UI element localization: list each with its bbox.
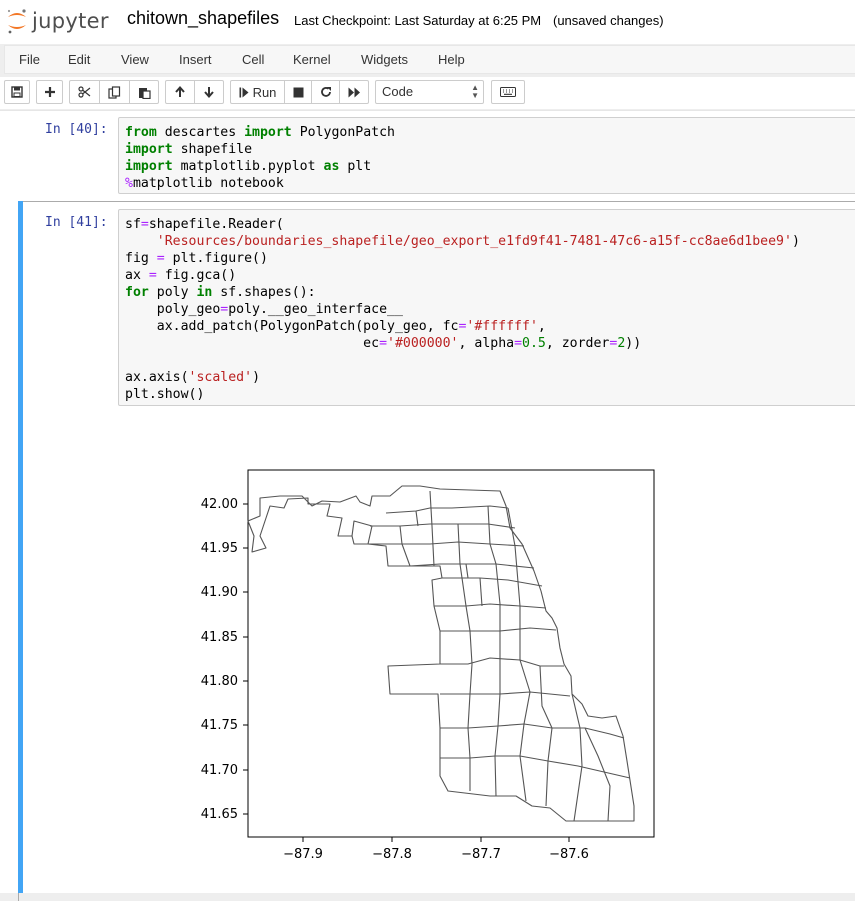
y-tick-label: 41.85 <box>201 630 238 645</box>
y-tick: 41.95 <box>201 541 248 556</box>
move-down-button[interactable] <box>194 80 224 104</box>
code-line: 'Resources/boundaries_shapefile/geo_expo… <box>156 234 800 249</box>
menu-help[interactable]: Help <box>438 52 465 67</box>
cell-prompt: In [41]: <box>45 215 108 230</box>
restart-run-all-button[interactable] <box>339 80 369 104</box>
code-line: from descartes import PolygonPatch <box>125 125 395 140</box>
x-tick: −87.7 <box>461 837 501 862</box>
code-line: sf=shapefile.Reader( <box>125 217 284 232</box>
code-line: for poly in sf.shapes(): <box>125 285 316 300</box>
code-line: plt.show() <box>125 387 205 402</box>
x-axis: −87.9 −87.8 −87.7 −87.6 <box>283 837 589 862</box>
code-line: ec='#000000', alpha=0.5, zorder=2)) <box>125 336 642 351</box>
menu-file[interactable]: File <box>19 52 40 67</box>
cell-type-select[interactable]: Code ▲ ▼ <box>375 80 484 104</box>
checkpoint-status: Last Checkpoint: Last Saturday at 6:25 P… <box>294 13 542 28</box>
y-tick-label: 41.90 <box>201 585 238 600</box>
code-cell-input[interactable]: from descartes import PolygonPatch impor… <box>118 117 855 194</box>
cut-button[interactable] <box>69 80 100 104</box>
fast-forward-icon <box>348 87 360 97</box>
code-cell-input[interactable]: sf=shapefile.Reader( 'Resources/boundari… <box>118 209 855 406</box>
y-tick: 41.70 <box>201 763 248 778</box>
logo-text: jupyter <box>32 9 109 33</box>
y-tick: 41.65 <box>201 807 248 822</box>
save-icon <box>11 86 23 98</box>
x-tick-label: −87.9 <box>283 847 323 862</box>
menu-widgets[interactable]: Widgets <box>361 52 408 67</box>
code-block: from descartes import PolygonPatch impor… <box>119 118 855 192</box>
header: jupyter chitown_shapefiles Last Checkpoi… <box>0 0 855 44</box>
move-up-button[interactable] <box>165 80 195 104</box>
menubar: File Edit View Insert Cell Kernel Widget… <box>4 45 855 74</box>
insert-cell-button[interactable] <box>36 80 63 104</box>
x-tick-label: −87.6 <box>549 847 589 862</box>
code-line: fig = plt.figure() <box>125 251 268 266</box>
y-tick-label: 41.95 <box>201 541 238 556</box>
copy-button[interactable] <box>99 80 130 104</box>
x-tick: −87.6 <box>549 837 589 862</box>
code-line: ax = fig.gca() <box>125 268 237 283</box>
move-up-icon <box>175 86 185 97</box>
stop-icon <box>293 87 303 97</box>
cut-icon <box>78 86 91 98</box>
keyboard-icon <box>500 87 516 97</box>
paste-icon <box>138 87 151 99</box>
y-tick-label: 41.80 <box>201 674 238 689</box>
y-tick: 41.75 <box>201 718 248 733</box>
jupyter-logo-icon <box>7 9 26 34</box>
code-line: poly_geo=poly.__geo_interface__ <box>125 302 403 317</box>
x-tick: −87.9 <box>283 837 323 862</box>
code-block: sf=shapefile.Reader( 'Resources/boundari… <box>119 210 855 403</box>
x-tick-label: −87.7 <box>461 847 501 862</box>
y-tick: 41.85 <box>201 630 248 645</box>
plot-axes-frame <box>247 469 655 838</box>
restart-button[interactable] <box>311 80 340 104</box>
run-label: Run <box>252 84 277 100</box>
notebook-container: In [40]: from descartes import PolygonPa… <box>0 110 855 901</box>
interrupt-button[interactable] <box>284 80 312 104</box>
run-icon <box>239 87 249 97</box>
toolbar: Run Code ▲ ▼ <box>0 77 855 109</box>
menu-kernel[interactable]: Kernel <box>293 52 331 67</box>
restart-icon <box>320 87 331 97</box>
y-tick-label: 41.75 <box>201 718 238 733</box>
menu-insert[interactable]: Insert <box>179 52 212 67</box>
x-tick: −87.8 <box>372 837 412 862</box>
menu-edit[interactable]: Edit <box>68 52 90 67</box>
y-tick-label: 41.70 <box>201 763 238 778</box>
cell-prompt: In [40]: <box>45 122 108 137</box>
add-icon <box>44 87 55 97</box>
y-axis: 42.00 41.95 41.90 41.85 41.80 41.75 41.7… <box>201 497 248 822</box>
y-tick-label: 41.65 <box>201 807 238 822</box>
move-down-icon <box>204 87 214 98</box>
notebook-name[interactable]: chitown_shapefiles <box>127 8 279 29</box>
cell-selection-bar <box>18 201 23 893</box>
x-tick-label: −87.8 <box>372 847 412 862</box>
y-tick: 42.00 <box>201 497 248 512</box>
select-arrows-icon: ▲ ▼ <box>471 83 479 100</box>
code-line: import matplotlib.pyplot as plt <box>125 159 372 174</box>
code-line: import shapefile <box>125 142 253 157</box>
code-line: ax.axis('scaled') <box>125 370 261 385</box>
y-tick-label: 42.00 <box>201 497 238 512</box>
cell-type-value: Code <box>382 84 414 99</box>
chicago-boundaries-plot: 42.00 41.95 41.90 41.85 41.80 41.75 41.7… <box>201 469 655 862</box>
code-line: %matplotlib notebook <box>125 176 284 191</box>
menu-cell[interactable]: Cell <box>242 52 264 67</box>
y-tick: 41.90 <box>201 585 248 600</box>
copy-icon <box>108 85 121 99</box>
menu-view[interactable]: View <box>121 52 149 67</box>
save-button[interactable] <box>4 80 30 104</box>
jupyter-logo[interactable]: jupyter <box>6 6 109 36</box>
command-palette-button[interactable] <box>491 80 525 104</box>
y-tick: 41.80 <box>201 674 248 689</box>
run-button[interactable]: Run <box>230 80 285 104</box>
autosave-status: (unsaved changes) <box>553 13 664 28</box>
code-line: ax.add_patch(PolygonPatch(poly_geo, fc='… <box>125 319 546 334</box>
paste-button[interactable] <box>129 80 159 104</box>
